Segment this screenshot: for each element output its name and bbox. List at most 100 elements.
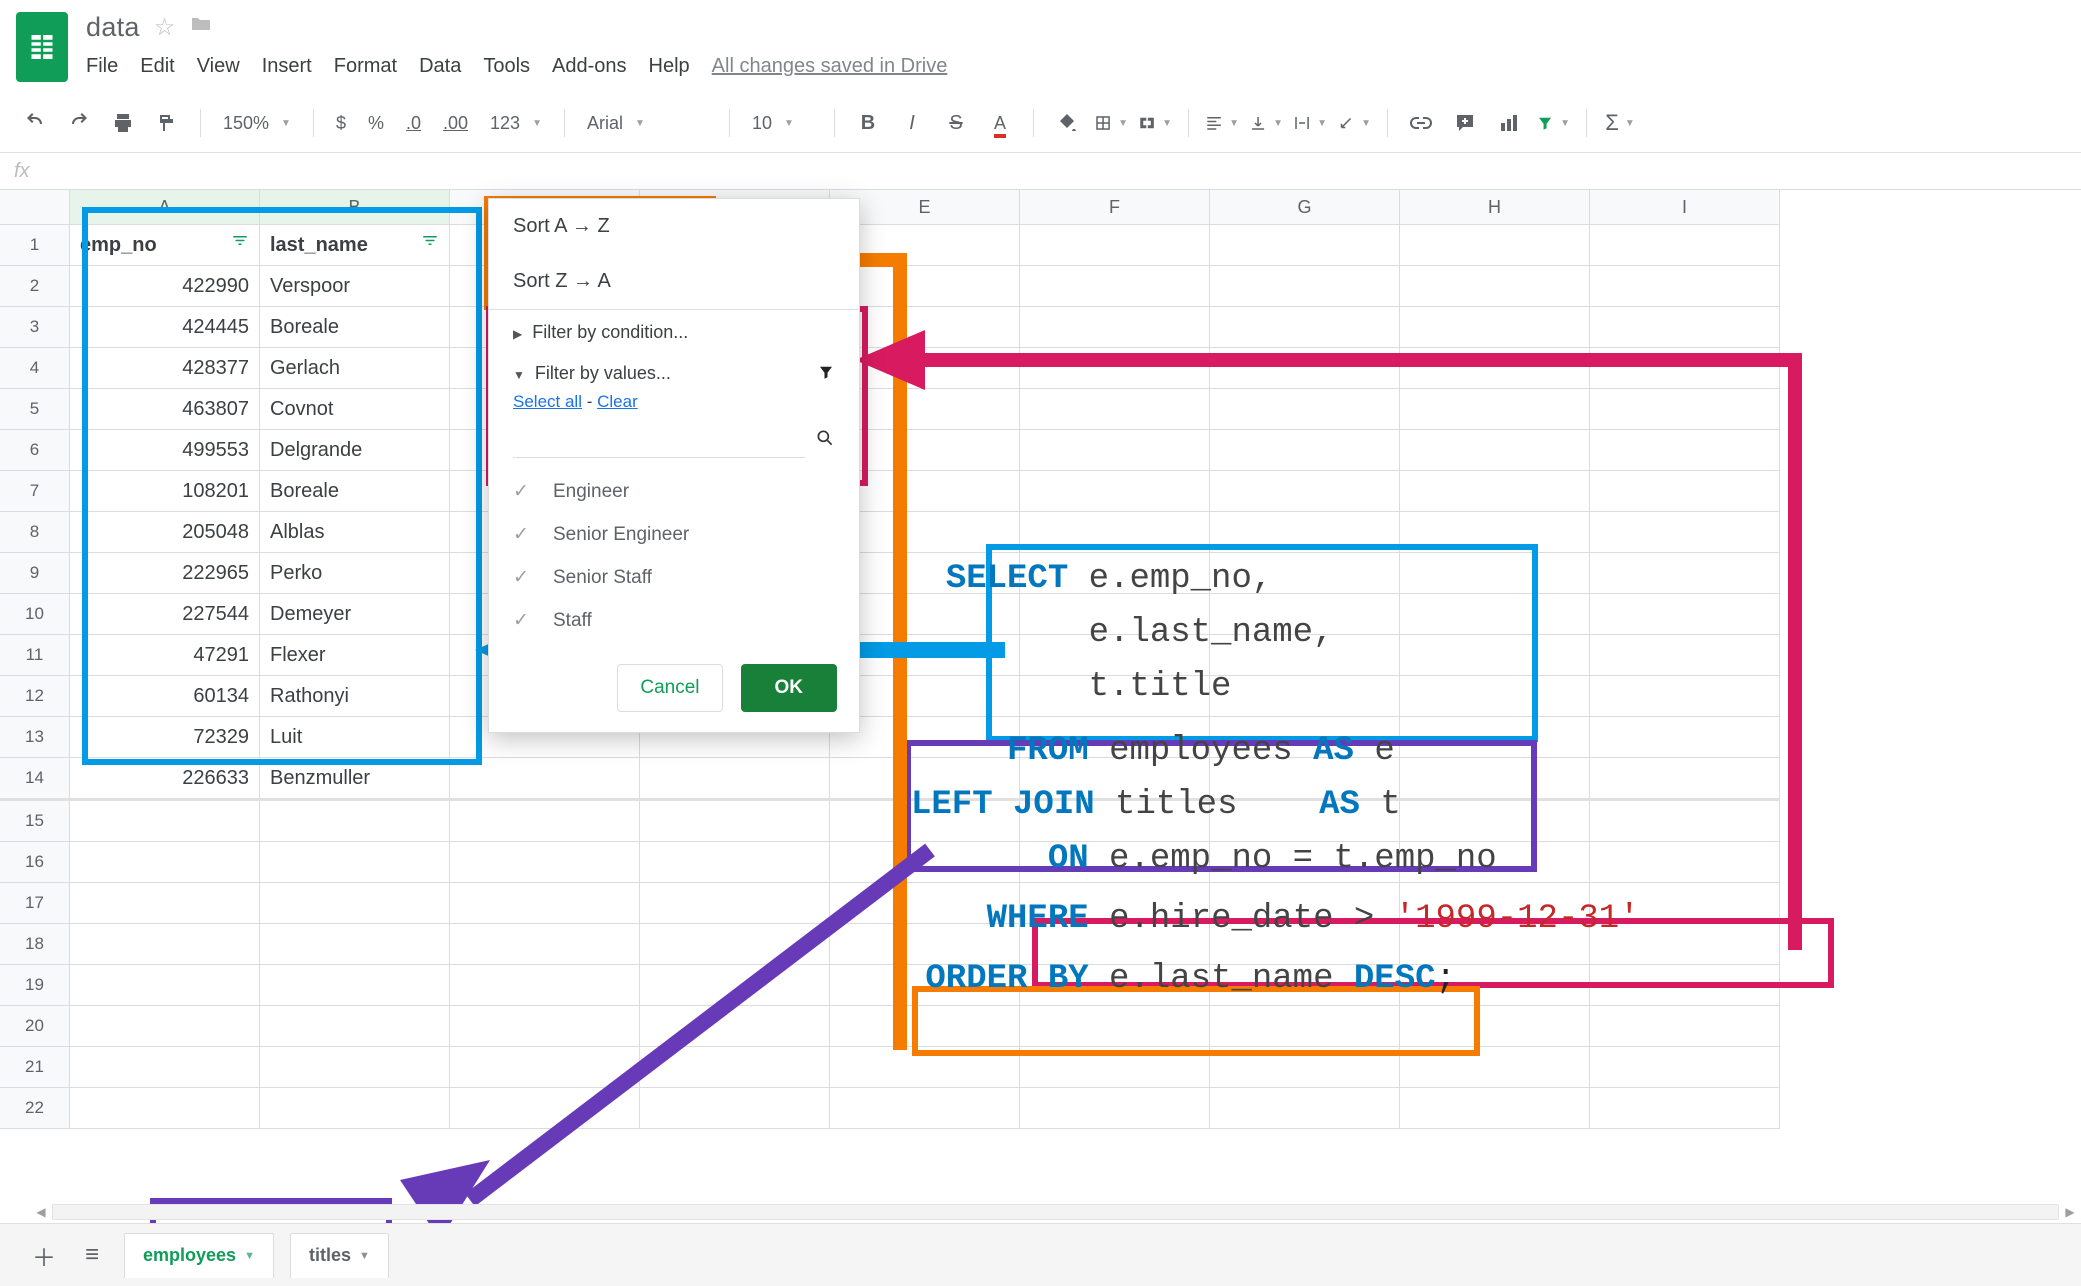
ok-button[interactable]: OK [741,664,838,712]
redo-icon[interactable] [62,106,96,140]
font-size-select[interactable]: 10 [746,106,818,140]
filter-option[interactable]: ✓Engineer [513,470,835,513]
italic-icon[interactable]: I [895,106,929,140]
undo-icon[interactable] [18,106,52,140]
comment-icon[interactable] [1448,106,1482,140]
col-header-a[interactable]: A [70,190,260,225]
row-header[interactable]: 1 [0,225,70,266]
num-format-button[interactable]: 123 [484,106,548,140]
cell[interactable]: 227544 [70,594,260,635]
wrap-icon[interactable] [1293,106,1327,140]
sheet-tab-titles[interactable]: titles▼ [290,1233,389,1278]
text-color-icon[interactable]: A [983,106,1017,140]
halign-icon[interactable] [1205,106,1239,140]
sort-za[interactable]: Sort Z → A [489,254,859,309]
menu-format[interactable]: Format [334,55,397,78]
currency-button[interactable]: $ [330,106,352,140]
col-header-g[interactable]: G [1210,190,1400,225]
star-icon[interactable]: ☆ [154,13,176,42]
formula-bar[interactable]: fx [0,153,2081,190]
cell-b1[interactable]: last_name [260,225,450,266]
funnel-icon[interactable] [817,363,835,386]
col-header-f[interactable]: F [1020,190,1210,225]
cell[interactable]: 463807 [70,389,260,430]
h-scrollbar[interactable]: ◀ ▶ [30,1200,2081,1224]
filter-icon[interactable] [231,225,249,265]
dec-plus-button[interactable]: .00 [437,106,474,140]
cell[interactable]: Alblas [260,512,450,553]
scroll-right-icon[interactable]: ▶ [2059,1201,2081,1223]
functions-icon[interactable]: Σ [1603,106,1637,140]
dec-minus-button[interactable]: .0 [400,106,427,140]
col-header-b[interactable]: B [260,190,450,225]
cell[interactable]: Boreale [260,307,450,348]
fill-color-icon[interactable] [1050,106,1084,140]
cell[interactable]: Luit [260,717,450,758]
filter-by-condition[interactable]: ▶Filter by condition... [489,310,859,351]
rotate-icon[interactable] [1337,106,1371,140]
print-icon[interactable] [106,106,140,140]
cell[interactable]: 422990 [70,266,260,307]
menu-file[interactable]: File [86,55,118,78]
select-all-link[interactable]: Select all [513,392,582,411]
sheet-tab-employees[interactable]: employees▼ [124,1233,274,1278]
cell[interactable]: Flexer [260,635,450,676]
cell[interactable]: Rathonyi [260,676,450,717]
merge-icon[interactable] [1138,106,1172,140]
cell[interactable]: 428377 [70,348,260,389]
filter-option[interactable]: ✓Senior Staff [513,556,835,599]
filter-icon[interactable] [1536,106,1570,140]
percent-button[interactable]: % [362,106,390,140]
menu-edit[interactable]: Edit [140,55,174,78]
cell[interactable]: 424445 [70,307,260,348]
cell[interactable]: 108201 [70,471,260,512]
cell[interactable]: Perko [260,553,450,594]
filter-option[interactable]: ✓Senior Engineer [513,513,835,556]
menu-addons[interactable]: Add-ons [552,55,627,78]
strike-icon[interactable]: S [939,106,973,140]
cell[interactable]: 60134 [70,676,260,717]
cell[interactable]: 47291 [70,635,260,676]
cell[interactable]: 72329 [70,717,260,758]
all-sheets-button[interactable]: ≡ [76,1239,108,1271]
filter-icon[interactable] [421,225,439,265]
doc-title[interactable]: data [86,12,140,43]
cell[interactable]: Covnot [260,389,450,430]
menu-view[interactable]: View [197,55,240,78]
scroll-left-icon[interactable]: ◀ [30,1201,52,1223]
borders-icon[interactable] [1094,106,1128,140]
cell[interactable]: Delgrande [260,430,450,471]
cell[interactable]: 226633 [70,758,260,801]
select-all-corner[interactable] [0,190,70,225]
filter-option[interactable]: ✓Staff [513,599,835,642]
cell[interactable]: Verspoor [260,266,450,307]
filter-search-input[interactable] [513,424,805,458]
link-icon[interactable] [1404,106,1438,140]
search-icon[interactable] [815,428,835,454]
cancel-button[interactable]: Cancel [617,664,722,712]
add-sheet-button[interactable]: ＋ [28,1239,60,1271]
col-header-h[interactable]: H [1400,190,1590,225]
col-header-i[interactable]: I [1590,190,1780,225]
cell[interactable]: Demeyer [260,594,450,635]
font-select[interactable]: Arial [581,106,713,140]
menu-tools[interactable]: Tools [483,55,530,78]
cell[interactable]: 205048 [70,512,260,553]
menu-data[interactable]: Data [419,55,461,78]
chart-icon[interactable] [1492,106,1526,140]
sort-az[interactable]: Sort A → Z [489,199,859,254]
move-folder-icon[interactable] [189,12,213,43]
cell-a1[interactable]: emp_no [70,225,260,266]
clear-link[interactable]: Clear [597,392,638,411]
cell[interactable]: 222965 [70,553,260,594]
valign-icon[interactable] [1249,106,1283,140]
filter-by-values[interactable]: ▼Filter by values... [489,351,859,392]
cell[interactable]: Boreale [260,471,450,512]
cell[interactable]: 499553 [70,430,260,471]
paint-format-icon[interactable] [150,106,184,140]
menu-help[interactable]: Help [649,55,690,78]
zoom-select[interactable]: 150% [217,106,297,140]
bold-icon[interactable]: B [851,106,885,140]
cell[interactable]: Benzmuller [260,758,450,801]
cell[interactable]: Gerlach [260,348,450,389]
